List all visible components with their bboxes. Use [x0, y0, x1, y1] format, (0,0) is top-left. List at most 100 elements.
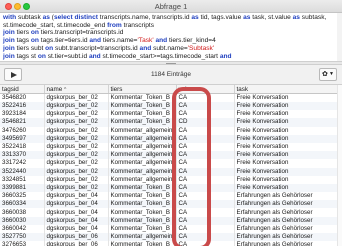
cell-tagsid[interactable]: 3923184 — [0, 110, 45, 119]
cell-tiers[interactable]: Kommentar_Token_B — [108, 183, 177, 193]
cell-name[interactable]: dgskorpus_ber_02 — [44, 151, 109, 160]
cell-tiers[interactable]: Kommentar_Token_B — [108, 224, 177, 233]
cell-tiers[interactable]: Kommentar_Token_B — [108, 102, 177, 111]
cell-task[interactable]: Freie Konversation — [234, 93, 337, 102]
column-header-task[interactable]: task — [234, 85, 337, 94]
cell-tiers[interactable]: Kommentar_allgemein_B — [108, 167, 177, 176]
cell-name[interactable]: dgskorpus_ber_02 — [44, 175, 109, 184]
cell-tiers[interactable]: Kommentar_Token_B — [108, 241, 177, 246]
cell-tagsid[interactable]: 3476260 — [0, 126, 45, 135]
column-header-name[interactable]: name ^ — [44, 85, 109, 94]
table-row[interactable]: 3660334 dgskorpus_ber_04 Kommentar_Token_B… — [0, 200, 337, 209]
cell-name[interactable]: dgskorpus_ber_04 — [44, 192, 109, 201]
cell-tagsid[interactable]: 3660334 — [0, 200, 45, 209]
cell-tiers[interactable]: Kommentar_allgemein_B — [108, 151, 177, 160]
cell-tiers[interactable]: Kommentar_Token_B — [108, 216, 177, 225]
cell-name[interactable]: dgskorpus_ber_04 — [44, 200, 109, 209]
column-header-tagsid[interactable]: tagsid — [0, 85, 45, 94]
options-menu-button[interactable]: ✿ ▼ — [319, 68, 337, 81]
cell-tiers[interactable]: Kommentar_allgemein_B — [108, 134, 177, 143]
cell-tiers[interactable]: Kommentar_Token_B — [108, 192, 177, 201]
cell-tiers[interactable]: Kommentar_Token_B — [108, 208, 177, 217]
cell-task[interactable]: Freie Konversation — [234, 159, 337, 168]
cell-tiers[interactable]: Kommentar_allgemein_B — [108, 159, 177, 168]
table-row[interactable]: 3546821 dgskorpus_ber_02 Kommentar_Token_B… — [0, 118, 337, 127]
cell-tagsid[interactable]: 3522416 — [0, 102, 45, 111]
table-row[interactable]: 3527750 dgskorpus_ber_06 Kommentar_allgeme… — [0, 233, 337, 242]
cell-tagsid[interactable]: 3522418 — [0, 142, 45, 152]
cell-task[interactable]: Freie Konversation — [234, 134, 337, 143]
cell-task[interactable]: Freie Konversation — [234, 110, 337, 119]
table-row[interactable]: 3324851 dgskorpus_ber_02 Kommentar_allgeme… — [0, 175, 337, 184]
table-row[interactable]: 3660042 dgskorpus_ber_04 Kommentar_Token_B… — [0, 224, 337, 233]
table-row[interactable]: 3276653 dgskorpus_ber_06 Kommentar_Token_B… — [0, 241, 337, 246]
cell-task[interactable]: Freie Konversation — [234, 126, 337, 135]
cell-tagsid[interactable]: 3546820 — [0, 93, 45, 102]
cell-task[interactable]: Erfahrungen als Gehörloser — [234, 241, 337, 246]
cell-name[interactable]: dgskorpus_ber_04 — [44, 224, 109, 233]
table-row[interactable]: 3317242 dgskorpus_ber_02 Kommentar_allgeme… — [0, 159, 337, 168]
cell-tagsid[interactable]: 3399881 — [0, 183, 45, 193]
cell-tagsid[interactable]: 3660042 — [0, 224, 45, 233]
cell-task[interactable]: Erfahrungen als Gehörloser — [234, 224, 337, 233]
cell-name[interactable]: dgskorpus_ber_02 — [44, 134, 109, 143]
table-row[interactable]: 3522440 dgskorpus_ber_02 Kommentar_allgeme… — [0, 167, 337, 176]
cell-task[interactable]: Freie Konversation — [234, 142, 337, 152]
cell-task[interactable]: Freie Konversation — [234, 183, 337, 193]
cell-name[interactable]: dgskorpus_ber_06 — [44, 233, 109, 242]
cell-name[interactable]: dgskorpus_ber_02 — [44, 93, 109, 102]
cell-tagsid[interactable]: 3495697 — [0, 134, 45, 143]
table-row[interactable]: 3522418 dgskorpus_ber_02 Kommentar_allgeme… — [0, 142, 337, 152]
column-header-tiers[interactable]: tiers — [108, 85, 177, 94]
cell-name[interactable]: dgskorpus_ber_02 — [44, 142, 109, 152]
table-row[interactable]: 3522416 dgskorpus_ber_02 Kommentar_Token_B… — [0, 102, 337, 111]
cell-tagsid[interactable]: 3522440 — [0, 167, 45, 176]
splitter-grip[interactable] — [166, 62, 176, 64]
table-row[interactable]: 3495697 dgskorpus_ber_02 Kommentar_allgeme… — [0, 134, 337, 143]
editor-scrollbar[interactable] — [337, 13, 342, 61]
cell-tiers[interactable]: Kommentar_allgemein_B — [108, 142, 177, 152]
cell-name[interactable]: dgskorpus_ber_02 — [44, 183, 109, 193]
cell-task[interactable]: Erfahrungen als Gehörloser — [234, 192, 337, 201]
table-row[interactable]: 3399881 dgskorpus_ber_02 Kommentar_Token_B… — [0, 183, 337, 193]
cell-task[interactable]: Freie Konversation — [234, 118, 337, 127]
cell-name[interactable]: dgskorpus_ber_02 — [44, 159, 109, 168]
cell-tiers[interactable]: Kommentar_allgemein_B — [108, 233, 177, 242]
cell-tagsid[interactable]: 3276653 — [0, 241, 45, 246]
cell-task[interactable]: Freie Konversation — [234, 151, 337, 160]
cell-tiers[interactable]: Kommentar_Token_B — [108, 93, 177, 102]
cell-tagsid[interactable]: 3660325 — [0, 192, 45, 201]
cell-tagsid[interactable]: 3527750 — [0, 233, 45, 242]
cell-tagsid[interactable]: 3660030 — [0, 216, 45, 225]
cell-task[interactable]: Erfahrungen als Gehörloser — [234, 208, 337, 217]
sql-query-editor[interactable]: with subtask as (select distinct transcr… — [0, 13, 342, 61]
cell-tagsid[interactable]: 3324851 — [0, 175, 45, 184]
cell-tiers[interactable]: Kommentar_Token_B — [108, 200, 177, 209]
cell-name[interactable]: dgskorpus_ber_02 — [44, 110, 109, 119]
cell-tagsid[interactable]: 3546821 — [0, 118, 45, 127]
cell-task[interactable]: Freie Konversation — [234, 102, 337, 111]
results-scrollbar[interactable] — [337, 85, 342, 246]
cell-tiers[interactable]: Kommentar_allgemein_B — [108, 126, 177, 135]
cell-tagsid[interactable]: 3313370 — [0, 151, 45, 160]
cell-task[interactable]: Erfahrungen als Gehörloser — [234, 216, 337, 225]
cell-name[interactable]: dgskorpus_ber_04 — [44, 208, 109, 217]
cell-name[interactable]: dgskorpus_ber_02 — [44, 102, 109, 111]
table-row[interactable]: 3476260 dgskorpus_ber_02 Kommentar_allgeme… — [0, 126, 337, 135]
cell-name[interactable]: dgskorpus_ber_06 — [44, 241, 109, 246]
cell-task[interactable]: Erfahrungen als Gehörloser — [234, 233, 337, 242]
table-row[interactable]: 3660325 dgskorpus_ber_04 Kommentar_Token_B… — [0, 192, 337, 201]
cell-task[interactable]: Freie Konversation — [234, 167, 337, 176]
cell-task[interactable]: Freie Konversation — [234, 175, 337, 184]
cell-tagsid[interactable]: 3660038 — [0, 208, 45, 217]
table-row[interactable]: 3313370 dgskorpus_ber_02 Kommentar_allgeme… — [0, 151, 337, 160]
table-row[interactable]: 3660030 dgskorpus_ber_04 Kommentar_Token_B… — [0, 216, 337, 225]
cell-name[interactable]: dgskorpus_ber_02 — [44, 118, 109, 127]
cell-tiers[interactable]: Kommentar_Token_B — [108, 118, 177, 127]
cell-name[interactable]: dgskorpus_ber_02 — [44, 126, 109, 135]
cell-name[interactable]: dgskorpus_ber_04 — [44, 216, 109, 225]
table-row[interactable]: 3923184 dgskorpus_ber_02 Kommentar_Token_B… — [0, 110, 337, 119]
cell-tiers[interactable]: Kommentar_allgemein_B — [108, 175, 177, 184]
cell-tiers[interactable]: Kommentar_Token_B — [108, 110, 177, 119]
cell-task[interactable]: Erfahrungen als Gehörloser — [234, 200, 337, 209]
